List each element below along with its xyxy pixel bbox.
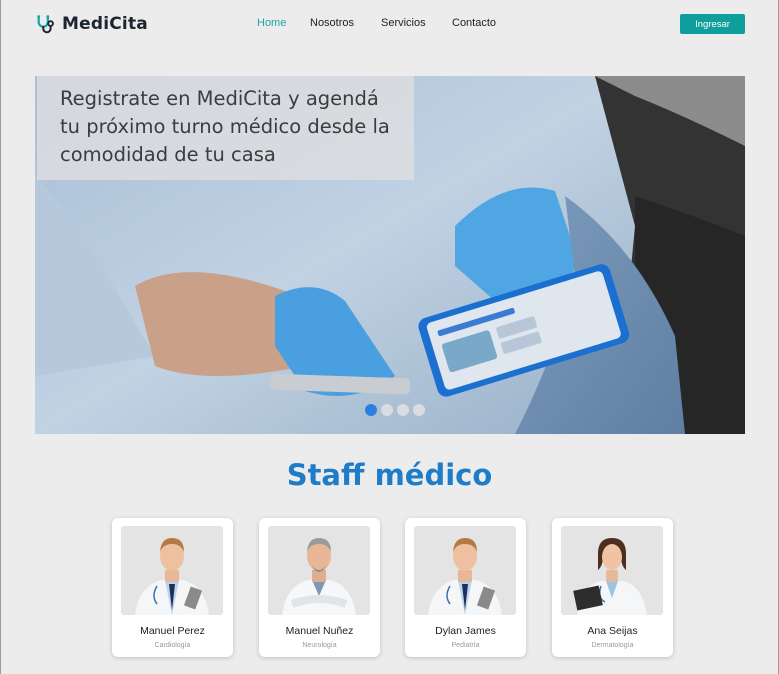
main-nav: Home Nosotros Servicios Contacto xyxy=(0,17,779,31)
carousel-indicators xyxy=(365,404,425,416)
doctor-photo xyxy=(414,526,516,615)
hero-caption-text: Registrate en MediCita y agendá tu próxi… xyxy=(60,87,390,166)
nav-contacto[interactable]: Contacto xyxy=(452,17,496,29)
nav-servicios[interactable]: Servicios xyxy=(381,17,426,29)
staff-card[interactable]: Dylan James Pediatría xyxy=(405,518,526,657)
doctor-photo xyxy=(561,526,663,615)
staff-specialty: Pediatría xyxy=(451,642,480,649)
staff-card[interactable]: Manuel Perez Cardiología xyxy=(112,518,233,657)
carousel-dot-1[interactable] xyxy=(365,404,377,416)
staff-name: Manuel Perez xyxy=(140,625,205,637)
hero-carousel[interactable]: Registrate en MediCita y agendá tu próxi… xyxy=(35,76,745,434)
login-button[interactable]: Ingresar xyxy=(680,14,745,34)
carousel-dot-2[interactable] xyxy=(381,404,393,416)
staff-specialty: Dermatología xyxy=(591,642,634,649)
staff-card[interactable]: Manuel Nuñez Neurología xyxy=(259,518,380,657)
carousel-dot-4[interactable] xyxy=(413,404,425,416)
staff-name: Dylan James xyxy=(435,625,496,637)
nav-nosotros[interactable]: Nosotros xyxy=(310,17,354,29)
carousel-dot-3[interactable] xyxy=(397,404,409,416)
staff-specialty: Neurología xyxy=(302,642,337,649)
staff-title: Staff médico xyxy=(286,458,493,492)
staff-name: Manuel Nuñez xyxy=(285,625,354,637)
doctor-photo xyxy=(268,526,370,615)
nav-home[interactable]: Home xyxy=(257,17,286,29)
doctor-photo xyxy=(121,526,223,615)
staff-card[interactable]: Ana Seijas Dermatología xyxy=(552,518,673,657)
staff-name: Ana Seijas xyxy=(587,625,638,637)
hero-caption-box: Registrate en MediCita y agendá tu próxi… xyxy=(37,76,414,180)
staff-specialty: Cardiología xyxy=(154,642,191,649)
